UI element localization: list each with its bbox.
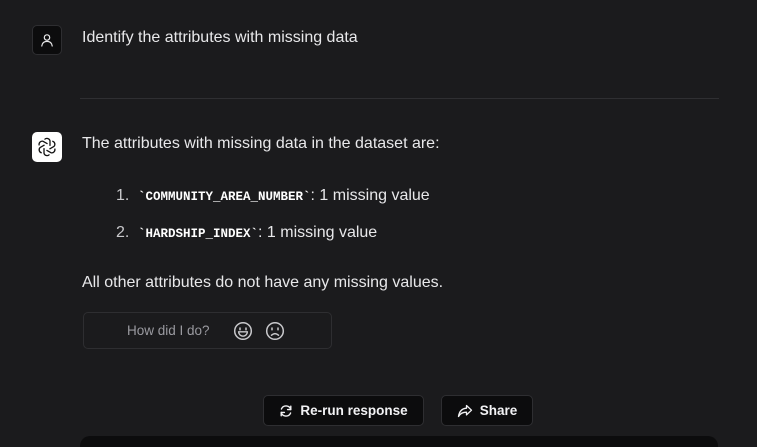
list-item: 1. `COMMUNITY_AREA_NUMBER` : 1 missing v… xyxy=(116,187,430,205)
openai-logo-icon xyxy=(38,137,56,157)
feedback-prompt: How did I do? xyxy=(127,323,210,338)
list-item-text: : 1 missing value xyxy=(310,187,430,204)
user-avatar xyxy=(32,25,62,55)
refresh-icon xyxy=(280,404,292,417)
share-button[interactable]: Share xyxy=(441,395,533,426)
list-item: 2. `HARDSHIP_INDEX` : 1 missing value xyxy=(116,224,377,242)
feedback-box: How did I do? xyxy=(83,312,332,349)
user-message: Identify the attributes with missing dat… xyxy=(82,29,358,46)
assistant-outro: All other attributes do not have any mis… xyxy=(82,274,444,291)
rerun-response-button[interactable]: Re-run response xyxy=(263,395,424,426)
assistant-avatar xyxy=(32,132,62,162)
message-divider xyxy=(80,98,719,99)
chat-window: Identify the attributes with missing dat… xyxy=(0,0,757,447)
smile-icon[interactable] xyxy=(233,321,253,341)
attribute-code: `HARDSHIP_INDEX` xyxy=(138,227,259,241)
frown-icon[interactable] xyxy=(265,321,285,341)
attribute-code: `COMMUNITY_AREA_NUMBER` xyxy=(138,190,311,204)
user-icon xyxy=(41,34,53,47)
list-item-text: : 1 missing value xyxy=(258,224,378,241)
message-input-bar[interactable] xyxy=(80,436,718,447)
list-item-number: 2. xyxy=(116,224,130,241)
assistant-intro: The attributes with missing data in the … xyxy=(82,135,440,152)
share-arrow-icon xyxy=(457,404,472,417)
share-label: Share xyxy=(479,403,518,418)
rerun-response-label: Re-run response xyxy=(300,403,408,418)
list-item-number: 1. xyxy=(116,187,130,204)
